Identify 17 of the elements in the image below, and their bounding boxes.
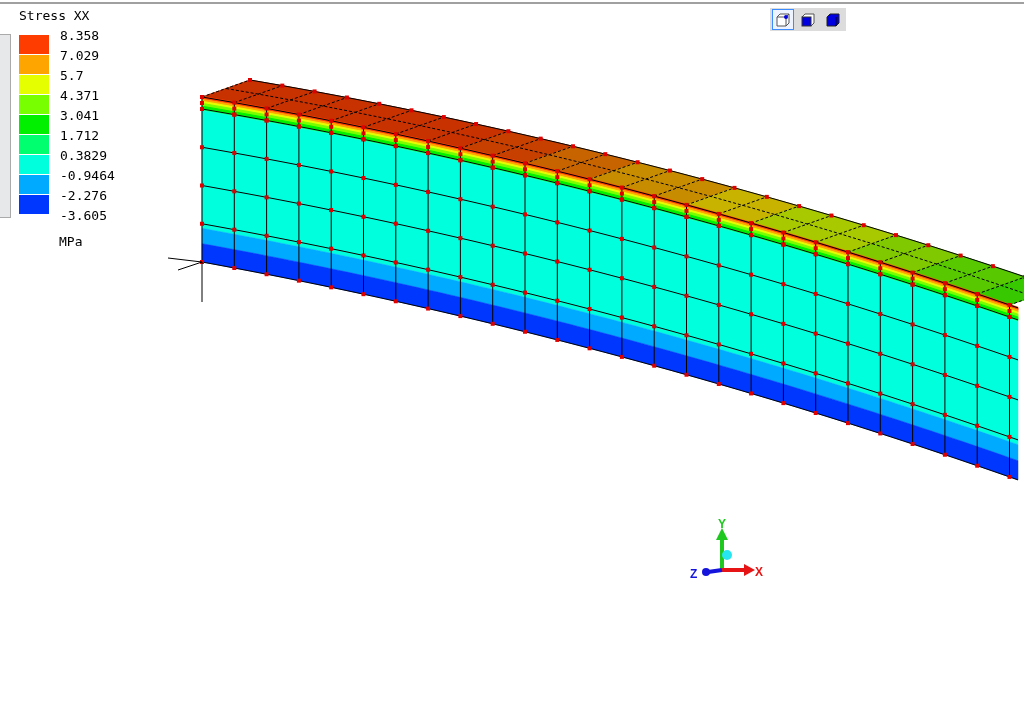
legend-value: 3.041 (60, 107, 101, 125)
axis-label: Y (718, 517, 726, 531)
axis-label: X (755, 565, 763, 579)
legend-value: 8.358 (60, 27, 101, 45)
legend-unit: MPa (59, 233, 83, 251)
axis-triad-drawing (702, 528, 755, 576)
legend-value: -3.605 (60, 207, 108, 225)
axis-label: Z (690, 567, 698, 581)
legend-value: 7.029 (60, 47, 101, 65)
legend-value: 0.3829 (60, 147, 108, 165)
legend-value: -2.276 (60, 187, 108, 205)
legend-value: 5.7 (60, 67, 85, 85)
legend-title: Stress XX (19, 7, 90, 25)
legend-value: 4.371 (60, 87, 101, 105)
wireframe-view-button[interactable] (772, 9, 794, 30)
legend-value: 1.712 (60, 127, 101, 145)
legend-value: -0.9464 (60, 167, 115, 185)
